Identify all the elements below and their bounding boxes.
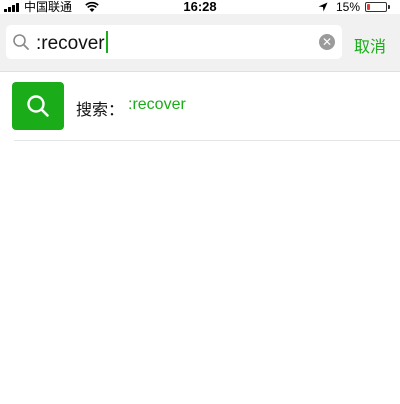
search-suggestion-row[interactable]: 搜索： :recover — [0, 72, 400, 140]
cancel-button[interactable]: 取消 — [354, 33, 386, 57]
suggestion-label: 搜索： — [76, 100, 125, 119]
search-input-value: :recover — [36, 33, 105, 54]
battery-percentage: 15% — [336, 0, 361, 14]
location-arrow-icon — [318, 2, 328, 12]
battery-tip — [388, 5, 390, 9]
status-bar: 中国联通 16:28 15% — [0, 0, 400, 14]
row-divider — [14, 140, 400, 141]
search-header: :recover ✕ 取消 — [0, 14, 400, 72]
suggestion-icon-tile — [12, 82, 64, 130]
search-icon — [27, 95, 49, 117]
clear-icon[interactable]: ✕ — [319, 34, 335, 50]
text-caret — [105, 31, 108, 53]
search-box[interactable]: :recover ✕ — [6, 25, 342, 59]
suggestion-query: :recover — [128, 96, 186, 113]
search-icon — [13, 34, 29, 50]
search-input[interactable]: :recover — [36, 31, 108, 55]
battery-icon — [365, 2, 387, 12]
